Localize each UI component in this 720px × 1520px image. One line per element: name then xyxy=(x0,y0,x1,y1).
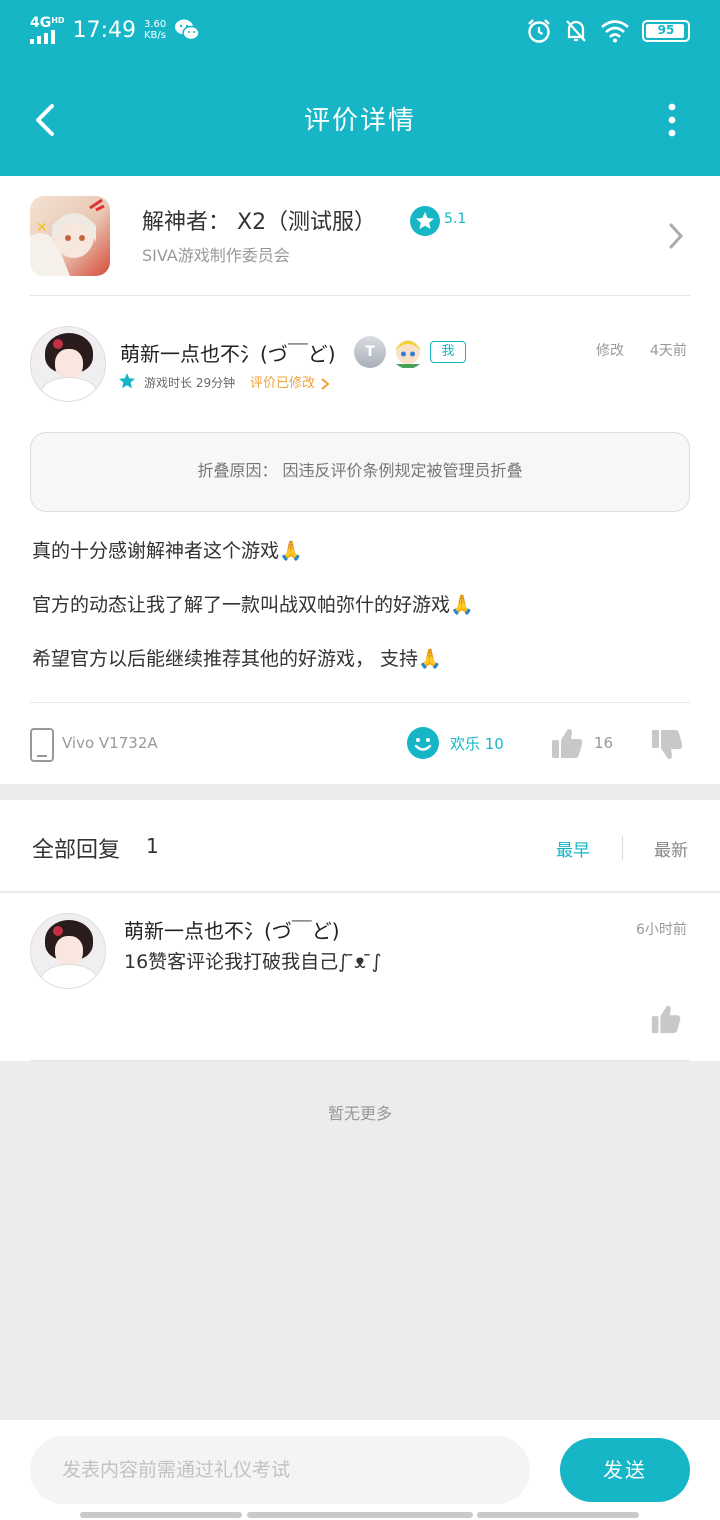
edited-review-link[interactable]: 评价已修改 xyxy=(250,372,331,391)
reply-time: 6小时前 xyxy=(636,922,687,938)
game-icon: ✕ xyxy=(30,196,110,276)
me-badge: 我 xyxy=(430,341,466,363)
comment-input[interactable] xyxy=(30,1436,530,1504)
replies-title: 全部回复 xyxy=(32,838,121,863)
game-card[interactable]: ✕ 解神者： X2（测试服） 5.1 SIVA游戏制作委员会 xyxy=(0,176,720,296)
nav-gesture-bar xyxy=(477,1512,639,1518)
page-title: 评价详情 xyxy=(303,106,416,136)
divider xyxy=(30,702,690,703)
edited-label: 修改 xyxy=(596,343,624,359)
status-bar: 4G HD 17:49 3.60 KB/s 95 xyxy=(0,0,720,64)
avatar-flower xyxy=(53,926,63,936)
game-developer: SIVA游戏制作委员会 xyxy=(142,246,290,265)
review-time: 4天前 xyxy=(650,343,687,359)
mute-bell-icon xyxy=(566,20,586,42)
review-author[interactable]: 萌新一点也不氵(づ￣ど) xyxy=(120,338,336,367)
avatar-flower xyxy=(53,339,63,349)
avatar[interactable] xyxy=(30,913,106,989)
speed-value: 3.60 xyxy=(143,19,167,30)
speed-unit: KB/s xyxy=(143,30,166,41)
no-more-label: 暂无更多 xyxy=(327,1104,392,1123)
thumbs-up-icon[interactable] xyxy=(550,726,584,760)
hd-label: HD xyxy=(51,16,65,25)
sort-latest-tab[interactable]: 最新 xyxy=(654,836,688,861)
more-options-button[interactable] xyxy=(662,102,682,138)
avatar-face xyxy=(55,936,83,966)
wechat-icon xyxy=(175,19,200,41)
avatar-body xyxy=(41,377,97,401)
net-speed: 3.60 KB/s xyxy=(144,19,166,41)
device-model: Vivo V1732A xyxy=(62,734,158,752)
avatar-face xyxy=(55,349,83,379)
review-card: 萌新一点也不氵(づ￣ど) T 我 修改 4天前 游戏时长 29分钟 评价已修改 … xyxy=(0,296,720,784)
thumbs-up-icon[interactable] xyxy=(650,1003,682,1035)
status-right: 95 xyxy=(526,18,690,44)
edited-review-link-label: 评价已修改 xyxy=(250,376,316,391)
play-time: 游戏时长 29分钟 xyxy=(144,376,236,390)
avatar[interactable] xyxy=(30,326,106,402)
rating-star-icon xyxy=(410,206,440,236)
thumbs-down-icon[interactable] xyxy=(650,728,684,762)
battery-indicator: 95 xyxy=(642,20,690,42)
game-name: 解神者： X2（测试服） xyxy=(142,210,377,235)
nav-bar: 评价详情 xyxy=(0,64,720,176)
fold-reason-box: 折叠原因： 因违反评价条例规定被管理员折叠 xyxy=(30,432,690,512)
divider xyxy=(0,891,720,892)
status-left: 4G HD 17:49 3.60 KB/s xyxy=(30,16,200,44)
game-artwork-icon: ✕ xyxy=(30,198,105,276)
nav-gesture-bar xyxy=(247,1512,473,1518)
send-button[interactable]: 发送 xyxy=(560,1438,690,1502)
svg-text:✕: ✕ xyxy=(36,220,48,236)
signal-icon xyxy=(30,30,55,44)
battery-percent: 95 xyxy=(657,23,675,37)
happy-reaction-count[interactable]: 欢乐 10 xyxy=(450,733,504,754)
happy-face-icon[interactable] xyxy=(407,727,439,759)
star-icon xyxy=(119,373,135,389)
wifi-icon xyxy=(601,20,629,43)
nav-gesture-bar xyxy=(80,1512,242,1518)
level-badge: T xyxy=(354,336,386,368)
chevron-right-icon xyxy=(321,377,330,390)
review-line: 真的十分感谢解神者这个游戏🙏 xyxy=(32,540,303,562)
sort-earliest-tab[interactable]: 最早 xyxy=(556,836,590,861)
game-rating: 5.1 xyxy=(444,211,467,227)
divider xyxy=(30,1060,690,1061)
review-line: 官方的动态让我了解了一款叫战双帕弥什的好游戏🙏 xyxy=(32,594,474,616)
avatar-body xyxy=(41,964,97,988)
top-bar: 4G HD 17:49 3.60 KB/s 95 评价详情 xyxy=(0,0,720,176)
signal-indicator: 4G HD xyxy=(30,16,65,44)
like-count: 16 xyxy=(594,734,614,752)
reply-text: 16赞客评论我打破我自己∫ ̄ᴥ ̄∫ xyxy=(124,951,382,973)
replies-header: 全部回复 1 最早 最新 xyxy=(0,800,720,892)
clock: 17:49 xyxy=(72,17,136,43)
sort-separator xyxy=(622,836,623,860)
reply-author[interactable]: 萌新一点也不氵(づ￣ど) xyxy=(124,915,340,944)
chevron-right-icon[interactable] xyxy=(666,220,686,252)
character-badge-icon xyxy=(395,340,421,368)
composer-bar: 发送 xyxy=(0,1420,720,1520)
network-type: 4G xyxy=(30,15,52,31)
reply-item[interactable]: 萌新一点也不氵(づ￣ど) 6小时前 16赞客评论我打破我自己∫ ̄ᴥ ̄∫ xyxy=(0,893,720,1061)
phone-icon xyxy=(30,728,54,762)
review-line: 希望官方以后能继续推荐其他的好游戏， 支持🙏 xyxy=(32,648,442,670)
replies-count: 1 xyxy=(146,834,159,858)
alarm-icon xyxy=(528,19,550,43)
